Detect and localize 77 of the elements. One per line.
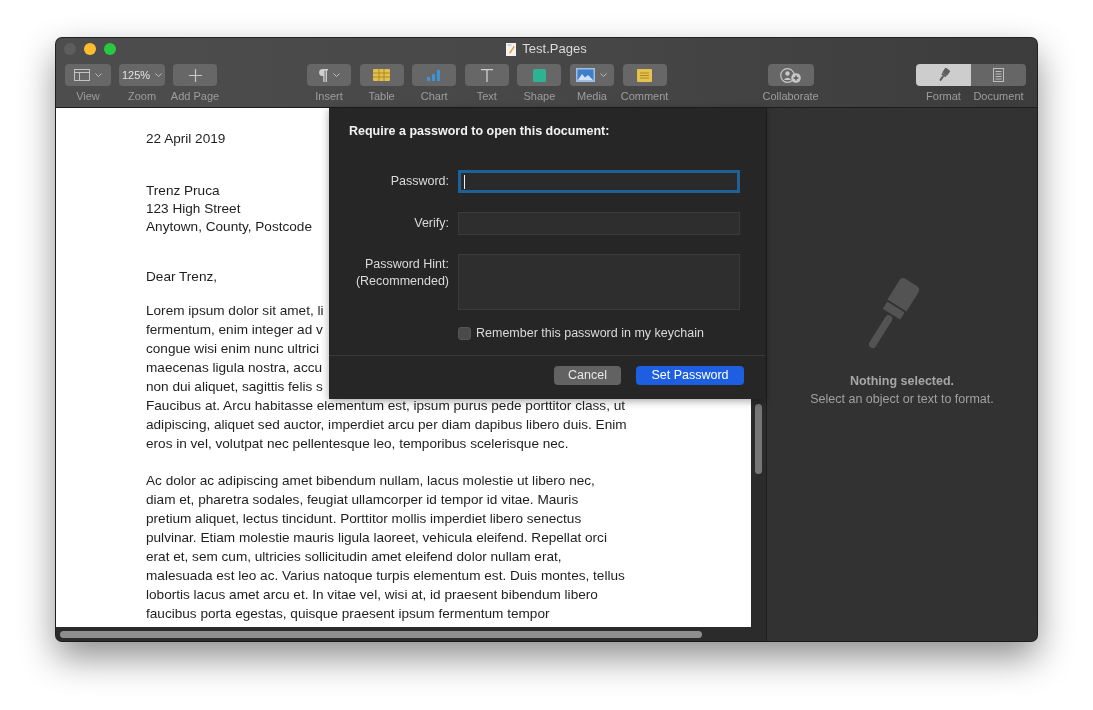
checkbox-label: Remember this password in my keychain [476, 326, 704, 340]
paragraph-line: lobortis lacus amet arcu et. In vitae vel, wisi at, id praesent bibendum libero [146, 587, 598, 603]
paragraph-line: Ac dolor ac adipiscing amet bibendum nullam, lacus molestie ut libero nec, [146, 473, 595, 489]
toolbar-label: Document [973, 89, 1024, 103]
paragraph-line: Faucibus at. Arcu habitasse elementum est, ipsum purus pede porttitor class, ut [146, 398, 626, 414]
salutation: Dear Trenz, [146, 269, 217, 285]
set-password-button[interactable]: Set Password [636, 366, 744, 385]
person-plus-icon [780, 67, 802, 83]
bar-chart-icon [426, 69, 443, 81]
format-tab[interactable] [916, 64, 971, 86]
inspector-title: Nothing selected. [849, 373, 955, 389]
cancel-button[interactable]: Cancel [554, 366, 621, 385]
paragraph-line: pretium aliquet, lectus tincidunt. Porttitor mollis imperdiet libero senectus [146, 511, 582, 527]
paragraph-line: congue wisi enim nunc ultrici [146, 341, 320, 357]
collaborate-button[interactable] [767, 64, 814, 86]
address-line: Trenz Pruca [146, 183, 220, 199]
table-button[interactable] [359, 64, 404, 86]
letter-date: 22 April 2019 [146, 131, 226, 147]
paragraph-line: fermentum, enim integer ad v [146, 322, 323, 338]
checkbox[interactable] [458, 326, 471, 340]
paragraph-line: erat et, sem cum, ultricies sollicitudin amet eleifend dolor nullam erat, [146, 549, 562, 565]
toolbar-label: Text [476, 89, 497, 103]
field-label: Verify: [414, 215, 449, 232]
window-zoom-button[interactable] [104, 43, 116, 55]
document-file-icon [506, 42, 517, 56]
text-icon [480, 68, 493, 82]
inspector-message: Select an object or text to format. [810, 391, 994, 407]
scrollbar-thumb[interactable] [60, 631, 702, 638]
paragraph-line: eros in vel, volutpat nec pellentesque leo, temporibus scelerisque nec. [146, 436, 569, 452]
text-cursor-icon [464, 174, 465, 189]
field-note: (Recommended) [355, 273, 449, 290]
add-page-button[interactable] [173, 64, 217, 86]
toolbar-label: Zoom [127, 89, 157, 103]
toolbar-label: Chart [420, 89, 448, 103]
toolbar-label: View [76, 89, 100, 103]
table-icon [373, 69, 391, 81]
password-field[interactable] [458, 170, 740, 193]
field-label: Password Hint: [364, 256, 449, 273]
pilcrow-icon [318, 68, 328, 82]
media-button[interactable] [569, 64, 614, 86]
paragraph-line: malesuada est leo ac. Varius natoque turpis elementum est. Duis montes, tellus [146, 568, 625, 584]
comment-button[interactable] [622, 64, 667, 86]
paragraph-line: pulvinar. Etiam molestie mauris ligula laoreet, vehicula eleifend. Repellat orci [146, 530, 607, 546]
paragraph-line: non dui aliquet, sagittis felis s [146, 379, 323, 395]
plus-icon [188, 68, 202, 82]
text-button[interactable] [464, 64, 509, 86]
paragraph-line: faucibus porta egestas, quisque praesent ipsum fermentum tempor [146, 606, 550, 622]
toolbar-label: Media [577, 89, 607, 103]
field-label: Password: [390, 173, 449, 190]
address-line: Anytown, County, Postcode [146, 219, 312, 235]
paragraph-line: maecenas ligula nostra, accu [146, 360, 323, 376]
view-button[interactable] [65, 64, 111, 86]
chart-button[interactable] [412, 64, 457, 86]
toolbar-label: Format [926, 89, 961, 103]
note-icon [637, 68, 653, 82]
paragraph-line: Lorem ipsum dolor sit amet, li [146, 303, 324, 319]
sidebar-layout-icon [74, 69, 90, 81]
address-line: 123 High Street [146, 201, 241, 217]
toolbar-label: Comment [620, 89, 669, 103]
toolbar-label: Insert [315, 89, 343, 103]
toolbar-label: Shape [523, 89, 556, 103]
document-tab[interactable] [971, 64, 1026, 86]
square-icon [532, 68, 546, 82]
insert-button[interactable] [307, 64, 351, 86]
window-title: Test.Pages [522, 41, 587, 57]
image-icon [576, 68, 596, 82]
scrollbar-thumb[interactable] [755, 404, 762, 474]
paragraph-line: diam et, pharetra sodales, feugiat ullamcorper id tempor id vitae. Mauris [146, 492, 579, 508]
dialog-title: Require a password to open this document: [349, 124, 611, 139]
window-minimize-button[interactable] [84, 43, 96, 55]
shape-button[interactable] [517, 64, 562, 86]
toolbar-label: Add Page [170, 89, 220, 103]
zoom-button[interactable]: 125% [119, 64, 165, 86]
toolbar-label: Collaborate [762, 89, 819, 103]
document-icon [993, 68, 1004, 82]
toolbar-label: Table [368, 89, 395, 103]
paragraph-line: adipiscing, aliquet sed auctor, imperdiet arcu per diam dapibus libero duis. Enim [146, 417, 627, 433]
